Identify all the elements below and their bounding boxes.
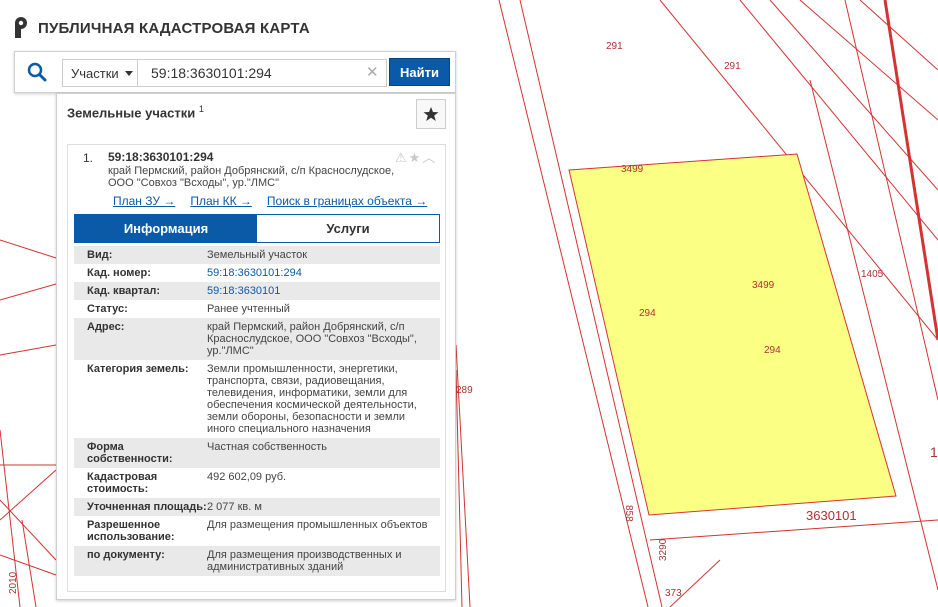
map-label-373: 373 xyxy=(665,588,682,599)
attribute-key: Адрес: xyxy=(87,321,125,333)
tab-services[interactable]: Услуги xyxy=(257,215,439,242)
clear-icon[interactable]: ✕ xyxy=(366,65,379,80)
tab-info[interactable]: Информация xyxy=(75,215,257,242)
search-bar: Участки ✕ Найти xyxy=(14,51,456,93)
attribute-row: Кад. номер: 59:18:3630101:294 xyxy=(74,264,440,282)
search-icon[interactable] xyxy=(27,62,47,82)
attribute-value: Для размещения производственных и админи… xyxy=(207,549,402,573)
brand: ПУБЛИЧНАЯ КАДАСТРОВАЯ КАРТА xyxy=(12,16,310,40)
attribute-value: Частная собственность xyxy=(207,441,328,453)
parcel-card: 1. 59:18:3630101:294 край Пермский, райо… xyxy=(67,144,446,592)
attribute-value: Ранее учтенный xyxy=(207,303,290,315)
attribute-key: Категория земель: xyxy=(87,363,189,375)
map-label-294-b: 294 xyxy=(764,345,781,356)
attribute-key: Разрешенное использование: xyxy=(87,519,175,543)
map-label-291-a: 291 xyxy=(606,41,623,52)
attribute-value: Для размещения промышленных объектов xyxy=(207,519,428,531)
attribute-row: Форма собственности: Частная собственност… xyxy=(74,438,440,468)
chevron-down-icon xyxy=(124,70,133,76)
attribute-key: Кадастровая стоимость: xyxy=(87,471,158,495)
attribute-value: 492 602,09 руб. xyxy=(207,471,287,483)
map-label-291-b: 291 xyxy=(724,61,741,72)
panel-heading-text: Земельные участки xyxy=(67,105,196,121)
map-label-858: 858 xyxy=(623,505,634,522)
search-type-select[interactable]: Участки xyxy=(62,59,137,87)
map-label-1405: 1405 xyxy=(861,269,884,280)
attribute-row: Категория земель: Земли промышленности, э… xyxy=(74,360,440,438)
attribute-value-link[interactable]: 59:18:3630101 xyxy=(207,285,432,297)
card-tools: ⚠ ★ ︿ xyxy=(395,151,435,165)
collapse-icon[interactable]: ︿ xyxy=(422,151,435,165)
card-links: План ЗУ → План КК → Поиск в границах объ… xyxy=(113,194,442,208)
map-label-3499-a: 3499 xyxy=(621,164,644,175)
map-label-1: 1 xyxy=(930,444,938,460)
panel-heading: Земельные участки 1 xyxy=(67,104,204,120)
attribute-row: Уточненная площадь: 2 077 кв. м xyxy=(74,498,440,516)
search-input[interactable] xyxy=(137,59,387,87)
map-label-289: 289 xyxy=(456,385,473,396)
map-label-quarter: 3630101 xyxy=(806,508,857,523)
plan-zu-link[interactable]: План ЗУ → xyxy=(113,194,175,208)
attribute-value: Земельный участок xyxy=(207,249,308,261)
results-panel: Земельные участки 1 1. 59:18:3630101:294… xyxy=(56,93,456,600)
card-index: 1. xyxy=(83,151,94,165)
attribute-value: край Пермский, район Добрянский, с/п Кра… xyxy=(207,321,417,357)
card-tabs: Информация Услуги xyxy=(74,214,440,243)
attribute-row: Кадастровая стоимость: 492 602,09 руб. xyxy=(74,468,440,498)
attribute-row: Статус: Ранее учтенный xyxy=(74,300,440,318)
attribute-key: Вид: xyxy=(87,249,113,261)
attribute-value: 2 077 кв. м xyxy=(207,501,262,513)
find-button[interactable]: Найти xyxy=(389,58,450,86)
result-count: 1 xyxy=(198,104,204,114)
star-icon[interactable]: ★ xyxy=(409,151,421,165)
attribute-row: по документу: Для размещения производстве… xyxy=(74,546,440,576)
map-label-3290: 3290 xyxy=(658,538,669,561)
parcel-address: край Пермский, район Добрянский, с/п Кра… xyxy=(108,165,395,189)
attribute-key: по документу: xyxy=(87,549,165,561)
attribute-row: Кад. квартал: 59:18:3630101 xyxy=(74,282,440,300)
attribute-row: Разрешенное использование: Для размещения… xyxy=(74,516,440,546)
parcel-number[interactable]: 59:18:3630101:294 xyxy=(108,150,213,164)
map-label-294-a: 294 xyxy=(639,308,656,319)
attribute-key: Форма собственности: xyxy=(87,441,173,465)
star-icon xyxy=(423,107,439,121)
attributes-table: Вид: Земельный участок Кад. номер: 59:18:36… xyxy=(74,246,440,576)
favorites-button[interactable] xyxy=(416,99,446,129)
attribute-key: Уточненная площадь: xyxy=(87,501,207,513)
plan-kk-link[interactable]: План КК → xyxy=(190,194,252,208)
attribute-row: Адрес: край Пермский, район Добрянский, с… xyxy=(74,318,440,360)
app-title: ПУБЛИЧНАЯ КАДАСТРОВАЯ КАРТА xyxy=(38,19,310,37)
rosreestr-logo-icon xyxy=(15,17,27,38)
attribute-key: Кад. квартал: xyxy=(87,285,161,297)
warning-icon[interactable]: ⚠ xyxy=(395,151,407,165)
attribute-key: Кад. номер: xyxy=(87,267,151,279)
search-in-bounds-link[interactable]: Поиск в границах объекта → xyxy=(267,194,427,208)
map-label-2010: 2010 xyxy=(8,571,19,594)
map-label-3499-b: 3499 xyxy=(752,280,775,291)
search-type-label: Участки xyxy=(71,65,119,81)
attribute-row: Вид: Земельный участок xyxy=(74,246,440,264)
attribute-value: Земли промышленности, энергетики, трансп… xyxy=(207,363,417,435)
attribute-key: Статус: xyxy=(87,303,128,315)
attribute-value-link[interactable]: 59:18:3630101:294 xyxy=(207,267,432,279)
